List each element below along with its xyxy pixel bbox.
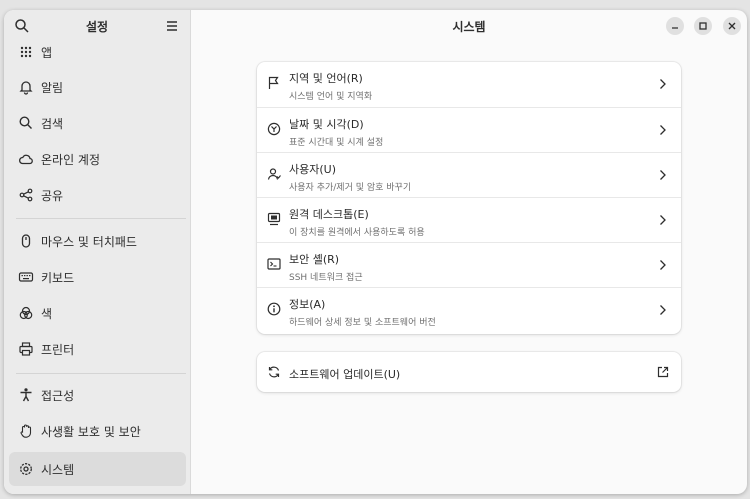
remote-desktop-icon (267, 212, 281, 226)
privacy-hand-icon (20, 424, 32, 438)
sidebar-item-accessibility[interactable]: 접근성 (9, 378, 186, 412)
row-secure-shell[interactable]: 보안 셸(R) SSH 네트워크 접근 (257, 242, 681, 287)
users-icon (267, 168, 281, 180)
sidebar-item-mouse-touchpad[interactable]: 마우스 및 터치패드 (9, 224, 186, 258)
row-region-language[interactable]: 지역 및 언어(R) 시스템 언어 및 지역화 (257, 62, 681, 107)
row-title: 정보(A) (289, 298, 326, 311)
sidebar-item-label: 마우스 및 터치패드 (41, 235, 137, 249)
sidebar-item-label: 알림 (41, 81, 64, 95)
row-users[interactable]: 사용자(U) 사용자 추가/제거 및 암호 바꾸기 (257, 152, 681, 197)
clock-icon (267, 122, 281, 136)
settings-window: 설정 앱 알림 검색 온라인 계정 공유 마우스 및 터치패드 키보드 색 프린… (4, 10, 747, 494)
sidebar: 설정 앱 알림 검색 온라인 계정 공유 마우스 및 터치패드 키보드 색 프린… (4, 10, 191, 494)
row-title: 날짜 및 시각(D) (289, 118, 364, 131)
sidebar-item-notifications[interactable]: 알림 (9, 70, 186, 104)
minimize-icon (672, 27, 678, 29)
row-date-time[interactable]: 날짜 및 시각(D) 표준 시간대 및 시계 설정 (257, 107, 681, 152)
chevron-right-icon (660, 170, 666, 180)
sidebar-item-label: 시스템 (41, 463, 75, 477)
row-subtitle: 이 장치를 원격에서 사용하도록 허용 (289, 228, 425, 238)
sidebar-item-label: 공유 (41, 189, 64, 203)
software-update-card: 소프트웨어 업데이트(U) (257, 352, 681, 392)
sidebar-item-label: 접근성 (41, 389, 75, 403)
sidebar-title: 설정 (85, 20, 109, 34)
gear-icon (20, 463, 32, 475)
row-title: 사용자(U) (289, 163, 336, 176)
hamburger-menu-icon[interactable] (164, 18, 180, 34)
chevron-right-icon (660, 260, 666, 270)
info-icon (267, 302, 281, 316)
row-subtitle: 표준 시간대 및 시계 설정 (289, 138, 384, 148)
maximize-button[interactable] (694, 17, 712, 35)
row-subtitle: 사용자 추가/제거 및 암호 바꾸기 (289, 183, 412, 193)
row-subtitle: SSH 네트워크 접근 (289, 273, 363, 283)
sidebar-item-label: 온라인 계정 (41, 153, 101, 167)
row-title: 소프트웨어 업데이트(U) (289, 368, 401, 381)
sidebar-item-label: 앱 (41, 46, 53, 60)
main-panel: 시스템 지역 및 언어(R) 시스템 언어 및 지역화 날짜 및 시각(D) 표… (191, 10, 747, 494)
row-subtitle: 시스템 언어 및 지역화 (289, 92, 373, 102)
sidebar-item-apps[interactable]: 앱 (9, 35, 186, 69)
sidebar-item-label: 키보드 (41, 271, 75, 285)
sidebar-separator (16, 373, 186, 374)
minimize-button[interactable] (666, 17, 684, 35)
sidebar-item-online-accounts[interactable]: 온라인 계정 (9, 142, 186, 176)
row-title: 보안 셸(R) (289, 253, 340, 266)
system-settings-list: 지역 및 언어(R) 시스템 언어 및 지역화 날짜 및 시각(D) 표준 시간… (257, 62, 681, 334)
sidebar-item-label: 검색 (41, 117, 64, 131)
terminal-icon (267, 258, 281, 270)
sidebar-item-keyboard[interactable]: 키보드 (9, 260, 186, 294)
apps-grid-icon (20, 46, 32, 58)
sidebar-item-color[interactable]: 색 (9, 296, 186, 330)
row-title: 지역 및 언어(R) (289, 72, 363, 85)
printer-icon (19, 342, 33, 356)
row-subtitle: 하드웨어 상세 정보 및 소프트웨어 버전 (289, 318, 436, 328)
sidebar-item-sharing[interactable]: 공유 (9, 178, 186, 212)
sidebar-item-search[interactable]: 검색 (9, 106, 186, 140)
row-title: 원격 데스크톱(E) (289, 208, 369, 221)
sidebar-item-system[interactable]: 시스템 (9, 452, 186, 486)
maximize-icon (699, 22, 707, 30)
cloud-icon (19, 154, 33, 165)
sidebar-item-privacy-security[interactable]: 사생활 보호 및 보안 (9, 414, 186, 448)
sidebar-item-label: 프린터 (41, 343, 75, 357)
row-about[interactable]: 정보(A) 하드웨어 상세 정보 및 소프트웨어 버전 (257, 287, 681, 332)
close-icon (728, 22, 736, 30)
accessibility-icon (20, 388, 32, 402)
sidebar-separator (16, 218, 186, 219)
page-title: 시스템 (452, 20, 486, 34)
row-remote-desktop[interactable]: 원격 데스크톱(E) 이 장치를 원격에서 사용하도록 허용 (257, 197, 681, 242)
external-link-icon (657, 366, 669, 378)
mouse-icon (21, 234, 31, 248)
search-icon (19, 116, 32, 129)
close-button[interactable] (723, 17, 741, 35)
chevron-right-icon (660, 79, 666, 89)
flag-icon (268, 76, 279, 89)
color-icon (19, 306, 33, 320)
share-icon (19, 188, 33, 202)
sidebar-item-printers[interactable]: 프린터 (9, 332, 186, 366)
chevron-right-icon (660, 125, 666, 135)
sidebar-item-label: 색 (41, 307, 53, 321)
keyboard-icon (18, 272, 34, 282)
chevron-right-icon (660, 215, 666, 225)
chevron-right-icon (660, 305, 666, 315)
row-software-update[interactable]: 소프트웨어 업데이트(U) (257, 352, 681, 392)
sync-icon (268, 366, 280, 378)
sidebar-item-label: 사생활 보호 및 보안 (41, 425, 141, 439)
bell-icon (19, 81, 33, 95)
